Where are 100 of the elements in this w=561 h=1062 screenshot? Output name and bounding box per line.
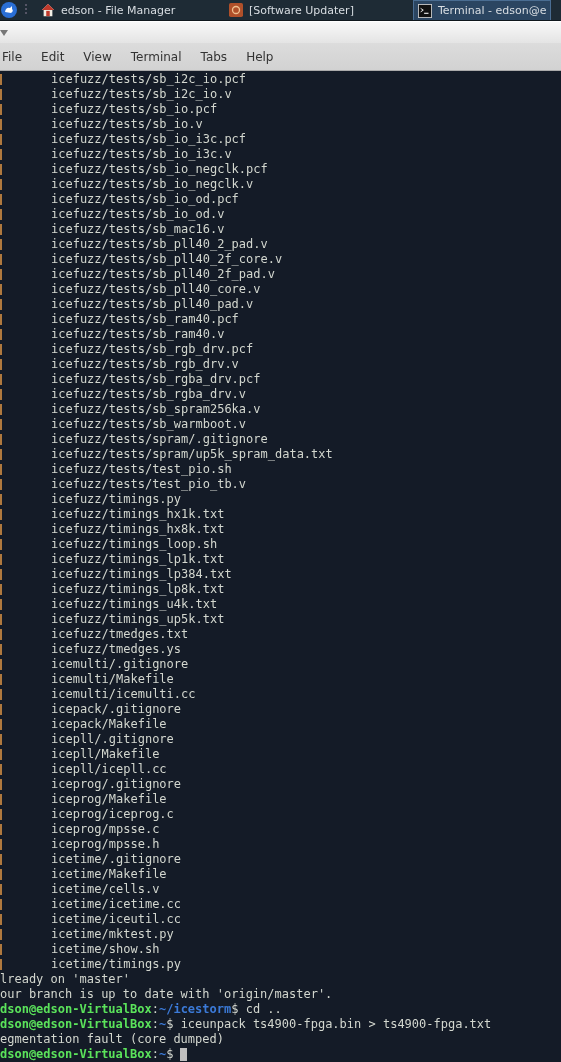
menu-item[interactable]: Tabs bbox=[200, 49, 237, 64]
cut-glyph-mark bbox=[0, 284, 2, 295]
prompt-separator: : bbox=[151, 1047, 159, 1062]
file-path: icepack/Makefile bbox=[51, 717, 167, 732]
file-path: icefuzz/timings_u4k.txt bbox=[51, 597, 218, 612]
cut-glyph-mark bbox=[0, 629, 2, 640]
cut-glyph-mark bbox=[0, 119, 2, 130]
file-path: icemulti/Makefile bbox=[51, 672, 174, 687]
file-path: icefuzz/timings_hx1k.txt bbox=[51, 507, 225, 522]
cut-glyph-mark bbox=[0, 929, 2, 940]
cut-glyph-mark bbox=[0, 254, 2, 265]
file-path: icefuzz/tmedges.ys bbox=[51, 642, 182, 657]
file-path: iceprog/.gitignore bbox=[51, 777, 182, 792]
taskbar-button[interactable]: Terminal - edson@e bbox=[413, 0, 552, 20]
cut-glyph-mark bbox=[0, 824, 2, 835]
cut-glyph-mark bbox=[0, 584, 2, 595]
cut-glyph-mark bbox=[0, 644, 2, 655]
cut-glyph-mark bbox=[0, 509, 2, 520]
cut-glyph-mark bbox=[0, 674, 2, 685]
taskbar-button[interactable]: edson - File Manager bbox=[37, 0, 221, 20]
cut-glyph-mark bbox=[0, 344, 2, 355]
cut-glyph-mark bbox=[0, 374, 2, 385]
file-path: icefuzz/timings_up5k.txt bbox=[51, 612, 225, 627]
file-path: icefuzz/tests/sb_io_negclk.pcf bbox=[51, 162, 268, 177]
output-text: our branch is up to date with 'origin/master'. bbox=[0, 987, 333, 1002]
file-path: icefuzz/timings_lp384.txt bbox=[51, 567, 232, 582]
cut-glyph-mark bbox=[0, 74, 2, 85]
cut-glyph-mark bbox=[0, 434, 2, 445]
file-path: icefuzz/tests/sb_pll40_core.v bbox=[51, 282, 261, 297]
menu-item[interactable]: View bbox=[83, 49, 121, 64]
menu-item[interactable]: Help bbox=[246, 49, 283, 64]
file-path: icefuzz/tests/sb_rgba_drv.v bbox=[51, 387, 247, 402]
file-path: icefuzz/timings.py bbox=[51, 492, 182, 507]
cut-glyph-mark bbox=[0, 239, 2, 250]
file-path: icetime/timings.py bbox=[51, 957, 182, 972]
output-text: egmentation fault (core dumped) bbox=[0, 1032, 224, 1047]
file-path: icefuzz/tests/sb_warmboot.v bbox=[51, 417, 247, 432]
menu-item[interactable]: File bbox=[2, 49, 32, 64]
file-path: icefuzz/timings_hx8k.txt bbox=[51, 522, 225, 537]
dropdown-triangle-icon[interactable] bbox=[0, 29, 8, 36]
menu-item[interactable]: Edit bbox=[41, 49, 74, 64]
prompt-user: dson@edson-VirtualBox bbox=[0, 1047, 152, 1062]
cut-glyph-mark bbox=[0, 524, 2, 535]
cut-glyph-mark bbox=[0, 134, 2, 145]
file-path: icefuzz/tests/sb_io.pcf bbox=[51, 102, 218, 117]
file-path: icefuzz/tests/sb_pll40_2_pad.v bbox=[51, 237, 268, 252]
file-path: icepll/.gitignore bbox=[51, 732, 174, 747]
file-path: icefuzz/tests/sb_io.v bbox=[51, 117, 203, 132]
cut-glyph-mark bbox=[0, 779, 2, 790]
file-path: icefuzz/timings_lp8k.txt bbox=[51, 582, 225, 597]
cut-glyph-mark bbox=[0, 494, 2, 505]
file-path: icetime/icetime.cc bbox=[51, 897, 182, 912]
menu-item[interactable]: Terminal bbox=[130, 49, 191, 64]
file-path: icefuzz/tests/sb_rgb_drv.v bbox=[51, 357, 239, 372]
file-path: iceprog/mpsse.c bbox=[51, 822, 160, 837]
prompt-user: dson@edson-VirtualBox bbox=[0, 1017, 152, 1032]
file-path: icefuzz/tests/test_pio_tb.v bbox=[51, 477, 247, 492]
prompt-user: dson@edson-VirtualBox bbox=[0, 1002, 152, 1017]
cut-glyph-mark bbox=[0, 869, 2, 880]
cut-glyph-mark bbox=[0, 89, 2, 100]
command-text: $ iceunpack ts4900-fpga.bin > ts4900-fpga.txt bbox=[166, 1017, 492, 1032]
file-path: icefuzz/tests/sb_mac16.v bbox=[51, 222, 225, 237]
cut-glyph-mark bbox=[0, 809, 2, 820]
mouse-logo-icon[interactable] bbox=[1, 2, 17, 18]
prompt-path: ~ bbox=[158, 1047, 167, 1062]
cut-glyph-mark bbox=[0, 464, 2, 475]
cut-glyph-mark bbox=[0, 269, 2, 280]
file-path: iceprog/mpsse.h bbox=[51, 837, 160, 852]
cut-glyph-mark bbox=[0, 179, 2, 190]
file-path: icefuzz/timings_loop.sh bbox=[51, 537, 218, 552]
file-path: icepack/.gitignore bbox=[51, 702, 182, 717]
file-path: icefuzz/tests/sb_io_i3c.pcf bbox=[51, 132, 247, 147]
prompt-path: ~ bbox=[158, 1017, 167, 1032]
cut-glyph-mark bbox=[0, 554, 2, 565]
file-path: icefuzz/tests/sb_io_negclk.v bbox=[51, 177, 254, 192]
file-path: icetime/mktest.py bbox=[51, 927, 174, 942]
file-path: icefuzz/tests/sb_i2c_io.v bbox=[51, 87, 232, 102]
cut-glyph-mark bbox=[0, 164, 2, 175]
file-path: icefuzz/tmedges.txt bbox=[51, 627, 189, 642]
file-path: icepll/icepll.cc bbox=[51, 762, 167, 777]
cut-glyph-mark bbox=[0, 719, 2, 730]
cut-glyph-mark bbox=[0, 149, 2, 160]
cut-glyph-mark bbox=[0, 914, 2, 925]
cut-glyph-mark bbox=[0, 764, 2, 775]
taskbar-button[interactable]: [Software Updater] bbox=[225, 0, 409, 20]
cut-glyph-mark bbox=[0, 569, 2, 580]
file-path: icefuzz/tests/spram/up5k_spram_data.txt bbox=[51, 447, 333, 462]
file-path: iceprog/iceprog.c bbox=[51, 807, 174, 822]
file-path: icefuzz/tests/sb_io_od.v bbox=[51, 207, 225, 222]
cut-glyph-mark bbox=[0, 209, 2, 220]
cut-glyph-mark bbox=[0, 314, 2, 325]
file-path: icefuzz/tests/test_pio.sh bbox=[51, 462, 232, 477]
cut-glyph-mark bbox=[0, 299, 2, 310]
cut-glyph-mark bbox=[0, 359, 2, 370]
cut-glyph-mark bbox=[0, 839, 2, 850]
file-path: icepll/Makefile bbox=[51, 747, 160, 762]
file-path: icefuzz/tests/spram/.gitignore bbox=[51, 432, 268, 447]
command-text: $ bbox=[166, 1047, 174, 1062]
terminal-icon bbox=[418, 3, 432, 18]
cut-glyph-mark bbox=[0, 104, 2, 115]
